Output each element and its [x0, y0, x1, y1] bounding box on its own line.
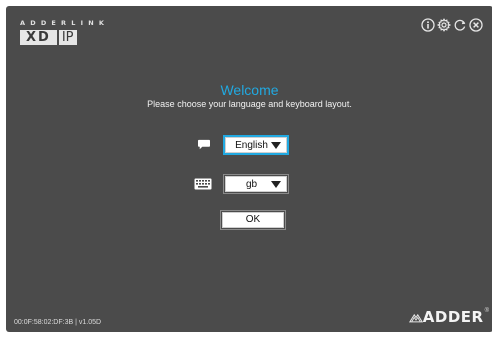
keyboard-select-value: gb	[245, 178, 258, 190]
language-select[interactable]: English	[223, 135, 289, 155]
logo-ip: IP	[58, 30, 77, 45]
speech-bubble-icon	[196, 138, 212, 152]
welcome-subtitle: Please choose your language and keyboard…	[147, 99, 352, 109]
adder-logo-icon	[408, 313, 423, 322]
keyboard-row: gb	[194, 174, 289, 194]
chevron-down-icon	[271, 180, 281, 188]
welcome-title: Welcome	[220, 82, 279, 98]
xdip-logo: XD IP	[20, 30, 77, 45]
keyboard-icon	[194, 177, 212, 191]
close-circle-icon[interactable]	[469, 18, 483, 32]
refresh-icon[interactable]	[453, 18, 467, 32]
registered-mark: ®	[484, 308, 489, 314]
mac-version-label: 00:0F:58:02:DF:3B | v1.05D	[14, 319, 102, 326]
logo-xd: XD	[20, 30, 59, 45]
top-icons	[421, 18, 483, 32]
info-icon[interactable]	[421, 18, 435, 32]
gear-icon[interactable]	[437, 18, 451, 32]
keyboard-select[interactable]: gb	[223, 174, 289, 194]
login-screen: ADDERLINK XD IP Welcome Please choose yo…	[6, 6, 492, 332]
adder-logo: ADDER ®	[408, 308, 489, 326]
brand-line: ADDERLINK	[20, 19, 110, 27]
language-row: English	[196, 135, 289, 155]
adder-logo-text: ADDER	[422, 308, 484, 326]
ok-button[interactable]: OK	[220, 210, 286, 230]
language-select-value: English	[235, 139, 268, 151]
chevron-down-icon	[271, 141, 281, 149]
